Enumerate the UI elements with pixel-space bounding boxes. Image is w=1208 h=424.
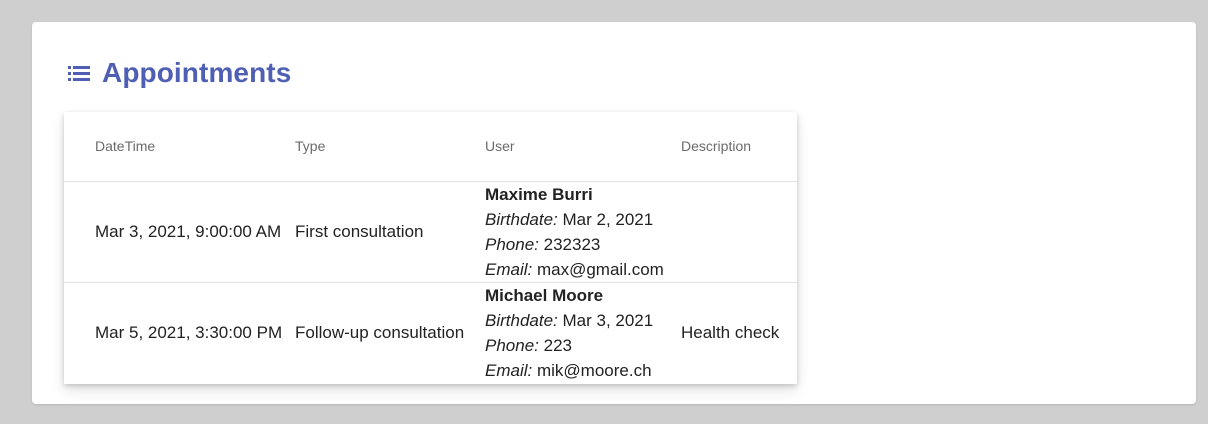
birthdate-value: Mar 2, 2021 — [562, 209, 654, 229]
appointments-table-card: DateTime Type User Description Mar 3, 20… — [64, 112, 797, 384]
description-cell — [681, 181, 797, 282]
table-row[interactable]: Mar 5, 2021, 3:30:00 PM Follow-up consul… — [64, 282, 797, 383]
table-row[interactable]: Mar 3, 2021, 9:00:00 AM First consultati… — [64, 181, 797, 282]
user-phone-line: Phone: 232323 — [485, 232, 681, 257]
birthdate-label: Birthdate: — [485, 310, 558, 330]
phone-label: Phone: — [485, 234, 539, 254]
description-value: Health check — [681, 323, 780, 343]
user-birthdate-line: Birthdate: Mar 2, 2021 — [485, 207, 681, 232]
column-header-user[interactable]: User — [485, 112, 681, 181]
datetime-cell: Mar 3, 2021, 9:00:00 AM — [64, 181, 295, 282]
page-title: Appointments — [102, 57, 292, 88]
appointments-card: Appointments DateTime Type User Descript… — [32, 22, 1196, 404]
type-value: First consultation — [295, 222, 424, 241]
email-label: Email: — [485, 259, 533, 279]
phone-value: 232323 — [543, 234, 601, 254]
phone-value: 223 — [543, 335, 572, 355]
user-birthdate-line: Birthdate: Mar 3, 2021 — [485, 308, 681, 333]
datetime-cell: Mar 5, 2021, 3:30:00 PM — [64, 282, 295, 383]
user-cell: Maxime Burri Birthdate: Mar 2, 2021 Phon… — [485, 181, 681, 282]
column-header-datetime[interactable]: DateTime — [64, 112, 295, 181]
user-email-line: Email: max@gmail.com — [485, 257, 681, 282]
type-value: Follow-up consultation — [295, 323, 465, 343]
column-header-type[interactable]: Type — [295, 112, 485, 181]
description-cell: Health check — [681, 282, 797, 383]
datetime-value: Mar 3, 2021, 9:00:00 AM — [95, 222, 282, 241]
table-header-row: DateTime Type User Description — [64, 112, 797, 181]
column-header-description[interactable]: Description — [681, 112, 797, 181]
email-label: Email: — [485, 360, 533, 380]
user-email-line: Email: mik@moore.ch — [485, 358, 681, 383]
user-phone-line: Phone: 223 — [485, 333, 681, 358]
user-cell: Michael Moore Birthdate: Mar 3, 2021 Pho… — [485, 282, 681, 383]
user-name: Maxime Burri — [485, 184, 593, 204]
list-icon — [68, 66, 90, 81]
email-value: mik@moore.ch — [536, 360, 652, 380]
user-name: Michael Moore — [485, 285, 604, 305]
appointments-table: DateTime Type User Description Mar 3, 20… — [64, 112, 797, 383]
datetime-value: Mar 5, 2021, 3:30:00 PM — [95, 323, 283, 343]
page-heading: Appointments — [68, 56, 291, 90]
email-value: max@gmail.com — [536, 259, 664, 279]
birthdate-value: Mar 3, 2021 — [562, 310, 654, 330]
type-cell: First consultation — [295, 181, 485, 282]
birthdate-label: Birthdate: — [485, 209, 558, 229]
phone-label: Phone: — [485, 335, 539, 355]
type-cell: Follow-up consultation — [295, 282, 485, 383]
